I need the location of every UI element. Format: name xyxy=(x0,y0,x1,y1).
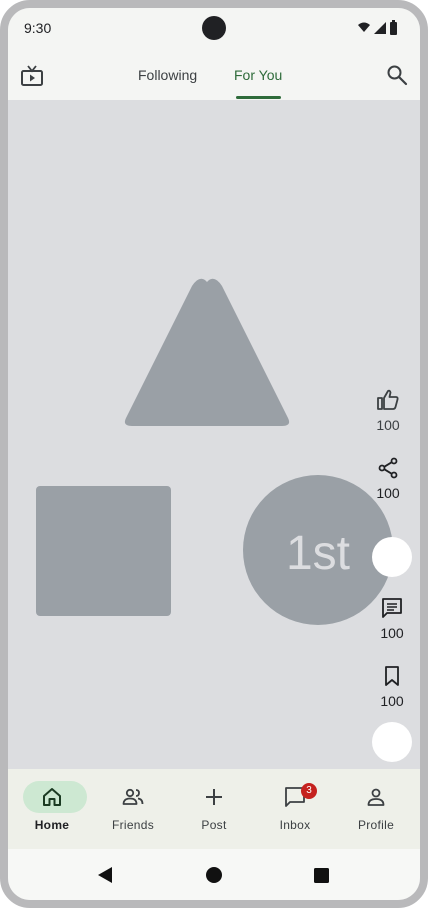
battery-icon xyxy=(390,22,397,35)
nav-home[interactable]: Home xyxy=(11,769,93,849)
like-count: 100 xyxy=(376,417,400,433)
nav-post-label: Post xyxy=(201,818,227,832)
nav-post[interactable]: Post xyxy=(173,769,255,849)
overlay-dot-bottom[interactable] xyxy=(372,722,412,762)
plus-icon xyxy=(206,789,222,805)
status-icons xyxy=(358,20,397,35)
share-icon xyxy=(378,457,398,479)
comment-action[interactable]: 100 xyxy=(372,596,412,641)
media-placeholder: 1st xyxy=(36,278,393,625)
device-frame: 9:30 Following For You 1st 100 100 100 1… xyxy=(0,0,428,908)
placeholder-triangle xyxy=(124,278,290,426)
comment-count: 100 xyxy=(380,625,404,641)
camera-cutout xyxy=(202,16,226,40)
nav-friends-label: Friends xyxy=(111,818,155,832)
wifi-icon xyxy=(358,22,370,32)
video-feed[interactable]: 1st 100 100 100 100 xyxy=(8,100,420,769)
inbox-badge: 3 xyxy=(301,783,317,799)
system-nav-buttons xyxy=(98,867,329,883)
status-time: 9:30 xyxy=(24,20,52,36)
nav-profile[interactable]: Profile xyxy=(335,769,417,849)
people-icon xyxy=(122,788,144,805)
tab-for-you[interactable]: For You xyxy=(234,67,282,83)
cellular-signal-icon xyxy=(374,22,386,34)
home-button-icon[interactable] xyxy=(206,867,222,883)
phone-screen: 9:30 Following For You 1st 100 100 100 1… xyxy=(0,0,428,908)
home-icon xyxy=(43,788,61,806)
comment-icon xyxy=(382,598,402,618)
nav-inbox-label: Inbox xyxy=(279,818,311,832)
person-icon xyxy=(367,788,385,806)
nav-inbox[interactable]: 3 Inbox xyxy=(254,769,336,849)
nav-friends[interactable]: Friends xyxy=(92,769,174,849)
bookmark-icon xyxy=(385,666,399,686)
tab-following[interactable]: Following xyxy=(138,67,197,83)
share-count: 100 xyxy=(376,485,400,501)
status-bar: 9:30 xyxy=(8,8,420,50)
share-action[interactable]: 100 xyxy=(368,456,408,501)
back-icon[interactable] xyxy=(98,867,112,883)
overlay-label: 1st xyxy=(286,527,350,580)
system-navigation-bar xyxy=(8,849,420,900)
save-count: 100 xyxy=(380,693,404,709)
nav-profile-label: Profile xyxy=(357,818,395,832)
save-action[interactable]: 100 xyxy=(372,664,412,709)
bottom-navigation: Home Friends Post 3 Inbox Profile xyxy=(8,769,420,849)
top-navigation: Following For You xyxy=(8,50,420,100)
recents-icon[interactable] xyxy=(314,868,329,883)
active-tab-indicator xyxy=(236,96,281,99)
placeholder-square xyxy=(36,486,171,616)
thumbs-up-icon xyxy=(377,389,399,410)
live-tv-icon[interactable] xyxy=(20,64,44,88)
search-icon[interactable] xyxy=(386,64,408,86)
overlay-dot-top[interactable] xyxy=(372,537,412,577)
like-action[interactable]: 100 xyxy=(368,388,408,433)
nav-home-label: Home xyxy=(34,818,70,832)
